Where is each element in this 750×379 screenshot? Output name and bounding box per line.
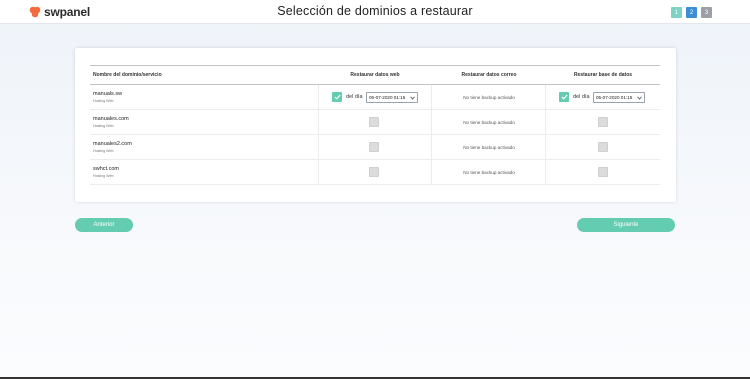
restore-db-checkbox[interactable] <box>598 117 608 127</box>
restore-web-checkbox[interactable] <box>332 92 342 102</box>
table-header: Nombre del dominio/servicio Restaurar da… <box>90 65 660 85</box>
chevron-down-icon <box>410 96 415 100</box>
domain-name: manuales.com <box>93 116 129 122</box>
domain-name: swhct.com <box>93 166 119 172</box>
restore-mail-cell: No tiene backup activado <box>432 135 546 160</box>
del-dia-label: del día <box>573 94 590 100</box>
domain-name: manuales2.com <box>93 141 132 147</box>
no-backup-text: No tiene backup activado <box>463 145 515 150</box>
domain-selection-card: Nombre del dominio/servicio Restaurar da… <box>75 48 676 202</box>
table-row: manuals.sw Hosting Web del día 05-07-202… <box>90 85 660 110</box>
domain-cell: swhct.com Hosting Web <box>93 160 318 185</box>
top-bar: swpanel Selección de dominios a restaura… <box>0 0 750 24</box>
header-domain-name: Nombre del dominio/servicio <box>93 72 162 78</box>
restore-web-checkbox[interactable] <box>369 142 379 152</box>
no-backup-text: No tiene backup activado <box>463 170 515 175</box>
previous-button[interactable]: Anterior <box>75 218 133 232</box>
domain-type: Hosting Web <box>93 124 114 128</box>
next-button[interactable]: Siguiente <box>577 218 675 232</box>
domain-cell: manuales2.com Hosting Web <box>93 135 318 160</box>
restore-db-cell <box>546 160 660 185</box>
restore-db-cell: del día 05-07-2020 01:15 <box>546 85 660 110</box>
restore-web-cell <box>318 160 432 185</box>
no-backup-text: No tiene backup activado <box>463 95 515 100</box>
restore-db-checkbox[interactable] <box>598 142 608 152</box>
page-title: Selección de dominios a restaurar <box>277 4 473 18</box>
web-date-select[interactable]: 05-07-2020 01:15 <box>366 92 418 103</box>
header-restore-web: Restaurar datos web <box>350 72 400 78</box>
check-icon <box>560 94 568 100</box>
restore-web-checkbox[interactable] <box>369 117 379 127</box>
restore-web-cell: del día 05-07-2020 01:15 <box>318 85 432 110</box>
domain-name: manuals.sw <box>93 91 123 97</box>
chevron-down-icon <box>637 96 642 100</box>
restore-web-cell <box>318 135 432 160</box>
restore-db-cell <box>546 135 660 160</box>
restore-web-checkbox[interactable] <box>369 167 379 177</box>
restore-web-cell <box>318 110 432 135</box>
domain-type: Hosting Web <box>93 149 114 153</box>
no-backup-text: No tiene backup activado <box>463 120 515 125</box>
step-2[interactable]: 2 <box>686 7 697 18</box>
db-date-value: 05-07-2020 01:15 <box>596 95 633 100</box>
table-row: swhct.com Hosting Web No tiene backup ac… <box>90 160 660 185</box>
restore-db-checkbox[interactable] <box>598 167 608 177</box>
domains-table: Nombre del dominio/servicio Restaurar da… <box>90 65 660 185</box>
step-3[interactable]: 3 <box>701 7 712 18</box>
domain-cell: manuales.com Hosting Web <box>93 110 318 135</box>
restore-mail-cell: No tiene backup activado <box>432 85 546 110</box>
table-row: manuales.com Hosting Web No tiene backup… <box>90 110 660 135</box>
web-date-value: 05-07-2020 01:15 <box>369 95 406 100</box>
header-restore-db: Restaurar base de datos <box>573 72 633 78</box>
header-restore-mail: Restaurar datos correo <box>461 72 517 78</box>
del-dia-label: del día <box>346 94 363 100</box>
db-date-select[interactable]: 05-07-2020 01:15 <box>593 92 645 103</box>
table-row: manuales2.com Hosting Web No tiene backu… <box>90 135 660 160</box>
domain-cell: manuals.sw Hosting Web <box>93 85 318 110</box>
step-1[interactable]: 1 <box>671 7 682 18</box>
restore-mail-cell: No tiene backup activado <box>432 160 546 185</box>
restore-db-checkbox[interactable] <box>559 92 569 102</box>
domain-type: Hosting Web <box>93 174 114 178</box>
domain-type: Hosting Web <box>93 99 114 103</box>
restore-mail-cell: No tiene backup activado <box>432 110 546 135</box>
restore-db-cell <box>546 110 660 135</box>
step-indicator: 1 2 3 <box>671 7 712 18</box>
check-icon <box>333 94 341 100</box>
